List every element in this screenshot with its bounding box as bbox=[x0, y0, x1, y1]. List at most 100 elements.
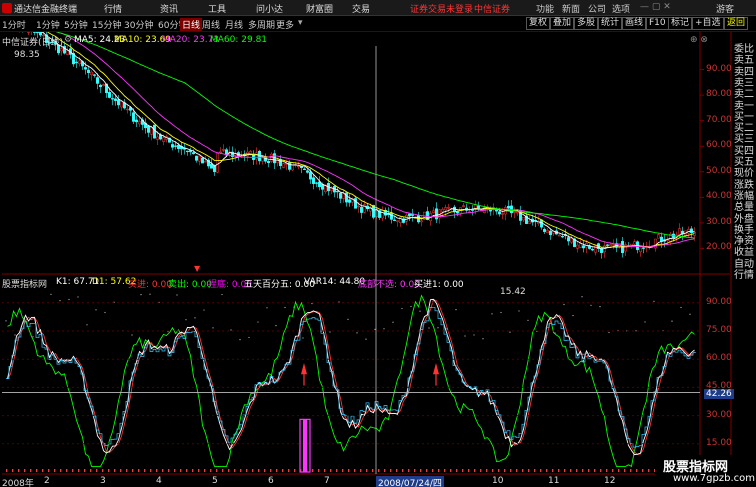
date-month-tick: 10 bbox=[492, 476, 504, 486]
candle bbox=[579, 243, 582, 248]
candle bbox=[543, 229, 546, 232]
candle bbox=[90, 71, 93, 75]
candle bbox=[447, 207, 450, 209]
price-tick: 90.00 bbox=[706, 63, 732, 74]
settings-icon[interactable]: ⚙ bbox=[64, 35, 72, 45]
ma20-line bbox=[56, 32, 695, 248]
menu-function[interactable]: 功能 bbox=[536, 2, 554, 15]
candle bbox=[570, 238, 573, 243]
candle bbox=[606, 244, 609, 246]
menu-zixun[interactable]: 资讯 bbox=[160, 2, 178, 15]
candle bbox=[87, 69, 90, 73]
date-month-tick: 2 bbox=[44, 476, 50, 486]
broker-name[interactable]: 中信证券 bbox=[474, 2, 510, 15]
candle bbox=[267, 161, 270, 164]
candle bbox=[549, 230, 552, 236]
period-1min-ts[interactable]: 1分时 bbox=[2, 18, 26, 31]
candle bbox=[213, 165, 216, 173]
period-15min[interactable]: 15分钟 bbox=[92, 18, 121, 31]
period-5min[interactable]: 5分钟 bbox=[64, 18, 88, 31]
period-daily[interactable]: 日线 bbox=[180, 18, 203, 31]
candle bbox=[435, 208, 438, 220]
candle bbox=[381, 210, 384, 219]
kline-svg[interactable]: ▼ bbox=[0, 32, 756, 487]
high-price-label: 98.35 bbox=[14, 50, 40, 60]
panel-controls-icon[interactable]: ⊕ ⊗ bbox=[690, 35, 708, 45]
menu-wenxiaoda[interactable]: 问小达 bbox=[256, 2, 283, 15]
candle bbox=[201, 157, 204, 164]
period-more[interactable]: 更多 bbox=[276, 18, 294, 31]
sell-label: 卖出: 0.00 bbox=[168, 280, 212, 290]
candle bbox=[339, 192, 342, 199]
period-1min[interactable]: 1分钟 bbox=[36, 18, 60, 31]
btn-huaxian[interactable]: 画线 bbox=[622, 17, 647, 30]
price-tick: 20.00 bbox=[706, 242, 732, 253]
btn-biaoji[interactable]: 标记 bbox=[668, 17, 693, 30]
candle bbox=[390, 212, 393, 220]
candle bbox=[84, 67, 87, 70]
btn-fuquan[interactable]: 复权 bbox=[526, 17, 551, 30]
price-tick: 80.00 bbox=[706, 89, 732, 100]
candle bbox=[132, 112, 135, 122]
k1-line bbox=[7, 298, 695, 456]
btn-diejia[interactable]: 叠加 bbox=[550, 17, 575, 30]
candle bbox=[309, 171, 312, 180]
candle bbox=[315, 182, 318, 184]
indicator-tick: 75.00 bbox=[706, 325, 732, 335]
trade-login-status[interactable]: 证券交易未登录 bbox=[410, 2, 473, 15]
menu-jiaoyi[interactable]: 交易 bbox=[352, 2, 370, 15]
candle bbox=[441, 209, 444, 212]
candle bbox=[108, 92, 111, 98]
candle bbox=[156, 136, 159, 140]
low-price-label: 15.42 bbox=[500, 287, 526, 297]
candle bbox=[99, 84, 102, 88]
btn-f10[interactable]: F10 bbox=[646, 17, 669, 30]
btn-duogu[interactable]: 多股 bbox=[574, 17, 599, 30]
candle bbox=[186, 150, 189, 153]
candle bbox=[198, 155, 201, 162]
indicator-tick: 15.00 bbox=[706, 437, 732, 448]
candle bbox=[639, 247, 642, 253]
btn-add-watchlist[interactable]: +自选 bbox=[692, 17, 724, 30]
period-monthly[interactable]: 月线 bbox=[225, 18, 243, 31]
guest-label[interactable]: 游客 bbox=[716, 2, 734, 15]
window-controls-icon[interactable]: — ▢ ✕ bbox=[640, 2, 671, 12]
date-month-tick: 4 bbox=[156, 476, 162, 486]
side-item[interactable]: 行情 bbox=[734, 266, 756, 281]
date-month-tick: 11 bbox=[548, 476, 560, 486]
menu-hangqing[interactable]: 行情 bbox=[104, 2, 122, 15]
btn-back[interactable]: 返回 bbox=[724, 17, 749, 30]
candle bbox=[111, 98, 114, 100]
candle bbox=[456, 211, 459, 214]
candlesticks bbox=[19, 32, 696, 259]
period-weekly[interactable]: 周线 bbox=[202, 18, 220, 31]
candle bbox=[117, 99, 120, 106]
candle bbox=[576, 244, 579, 249]
menu-gongju[interactable]: 工具 bbox=[208, 2, 226, 15]
candle bbox=[567, 237, 570, 242]
candle bbox=[420, 220, 423, 223]
d1-line bbox=[7, 298, 695, 456]
candle bbox=[507, 205, 510, 209]
period-multi[interactable]: 多周期 bbox=[248, 18, 275, 31]
menu-new-page[interactable]: 新面 bbox=[562, 2, 580, 15]
candle bbox=[147, 125, 150, 133]
candle bbox=[405, 214, 408, 222]
period-30min[interactable]: 30分钟 bbox=[124, 18, 153, 31]
candle bbox=[657, 234, 660, 239]
candle bbox=[345, 192, 348, 203]
candle bbox=[75, 61, 78, 64]
menu-company[interactable]: 公司 bbox=[588, 2, 606, 15]
indicator-name[interactable]: 股票指标网 bbox=[2, 277, 47, 290]
candle bbox=[195, 155, 198, 161]
candle bbox=[357, 205, 360, 208]
more-dropdown-icon[interactable]: ▾ bbox=[298, 18, 303, 28]
chart-area[interactable]: ▼ 中信证券(日线) ⚙ MA5: 24.23 MA10: 23.69 MA20… bbox=[0, 32, 756, 487]
menu-caifuquan[interactable]: 财富圈 bbox=[306, 2, 333, 15]
candle bbox=[558, 234, 561, 237]
candle bbox=[297, 165, 300, 168]
btn-tongji[interactable]: 统计 bbox=[598, 17, 623, 30]
menu-options[interactable]: 选项 bbox=[612, 2, 630, 15]
candle bbox=[432, 210, 435, 213]
date-month-tick: 6 bbox=[268, 476, 274, 486]
